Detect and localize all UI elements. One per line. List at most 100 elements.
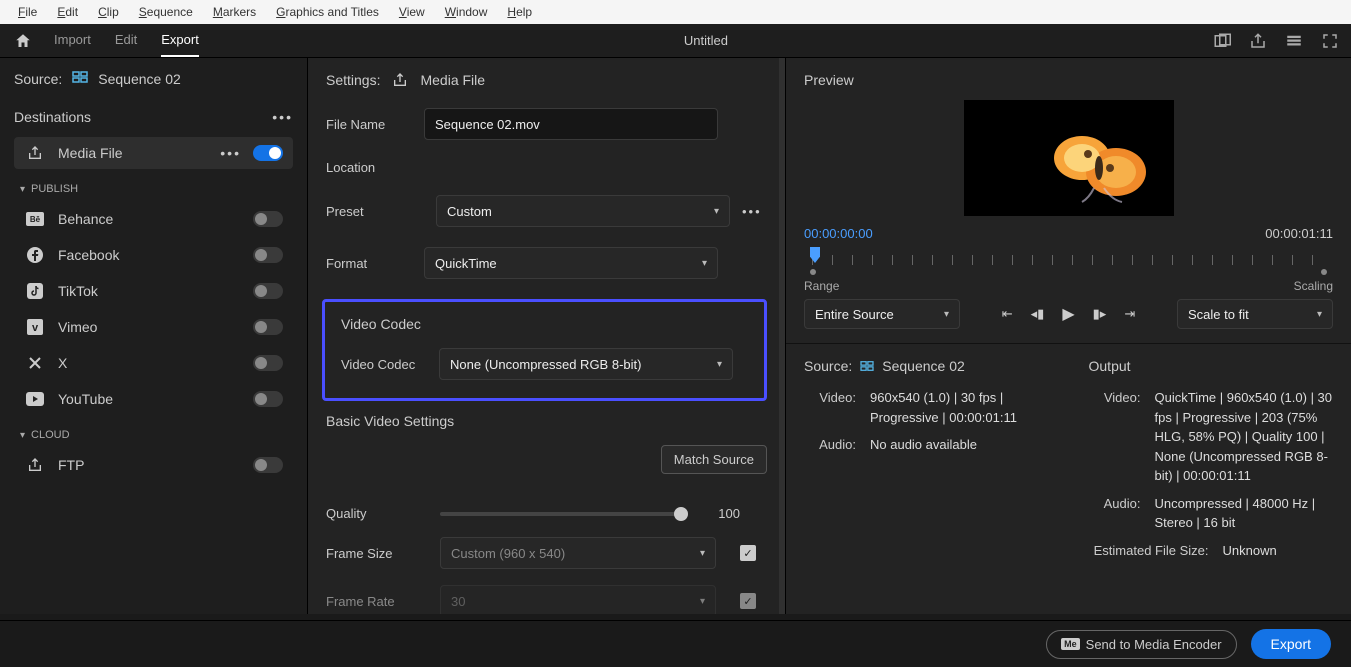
step-back-icon[interactable]: ◂▮ [1031, 306, 1045, 322]
media-file-toggle[interactable] [253, 145, 283, 161]
tab-edit[interactable]: Edit [115, 24, 137, 57]
vimeo-icon: v [24, 319, 46, 335]
chevron-down-icon: ▾ [20, 184, 25, 195]
publish-section[interactable]: ▾ PUBLISH [20, 183, 293, 195]
video-codec-label: Video Codec [341, 357, 439, 372]
share-icon[interactable] [1249, 32, 1267, 50]
source-audio-info: No audio available [870, 435, 1049, 455]
behance-icon: Bē [24, 212, 46, 226]
send-to-media-encoder-button[interactable]: Me Send to Media Encoder [1046, 630, 1236, 659]
menu-window[interactable]: Window [435, 5, 498, 19]
menu-sequence[interactable]: Sequence [129, 5, 203, 19]
file-name-input[interactable]: Sequence 02.mov [424, 108, 718, 140]
range-label: Range [804, 279, 839, 293]
video-codec-dropdown[interactable]: None (Uncompressed RGB 8-bit) ▾ [439, 348, 733, 380]
os-menubar: File Edit Clip Sequence Markers Graphics… [0, 0, 1351, 24]
go-to-out-icon[interactable]: ⇥ [1124, 306, 1135, 322]
destination-facebook[interactable]: Facebook [14, 239, 293, 271]
step-forward-icon[interactable]: ▮▸ [1093, 306, 1107, 322]
menu-help[interactable]: Help [497, 5, 542, 19]
media-encoder-icon: Me [1061, 638, 1080, 650]
preview-title: Preview [804, 72, 1333, 88]
source-name: Sequence 02 [98, 71, 181, 87]
tab-export[interactable]: Export [161, 24, 199, 57]
scaling-dropdown[interactable]: Scale to fit ▾ [1177, 299, 1333, 329]
chevron-down-icon: ▾ [702, 258, 707, 269]
chevron-down-icon: ▾ [717, 359, 722, 370]
fullscreen-icon[interactable] [1321, 32, 1339, 50]
sequence-icon [72, 70, 88, 87]
footer-bar: Me Send to Media Encoder Export [0, 620, 1351, 667]
media-file-more-icon[interactable]: ••• [220, 145, 241, 161]
export-icon [24, 145, 46, 161]
menu-file[interactable]: File [8, 5, 47, 19]
preview-panel: Preview 00:00:00:00 00:00:01:11 R [786, 58, 1351, 614]
source-video-info: 960x540 (1.0) | 30 fps | Progressive | 0… [870, 388, 1049, 427]
menu-view[interactable]: View [389, 5, 435, 19]
destinations-more-icon[interactable]: ••• [272, 109, 293, 125]
ftp-toggle[interactable] [253, 457, 283, 473]
settings-label: Settings: [326, 72, 380, 88]
preset-dropdown[interactable]: Custom ▾ [436, 195, 730, 227]
quick-export-icon[interactable] [1213, 32, 1231, 50]
document-title: Untitled [199, 33, 1213, 48]
facebook-icon [24, 247, 46, 263]
scaling-label: Scaling [1294, 279, 1333, 293]
frame-rate-dropdown[interactable]: 30 ▾ [440, 585, 716, 614]
format-label: Format [326, 256, 424, 271]
quality-slider[interactable] [440, 512, 688, 516]
chevron-down-icon: ▾ [20, 430, 25, 441]
workspace-icon[interactable] [1285, 32, 1303, 50]
cloud-section[interactable]: ▾ CLOUD [20, 429, 293, 441]
tab-import[interactable]: Import [54, 24, 91, 57]
play-icon[interactable]: ▶ [1062, 304, 1074, 324]
destinations-label: Destinations [14, 109, 91, 125]
source-info: Source: Sequence 02 Video:960x540 (1.0) … [804, 358, 1049, 568]
destination-media-file[interactable]: Media File ••• [14, 137, 293, 169]
facebook-toggle[interactable] [253, 247, 283, 263]
destination-behance[interactable]: Bē Behance [14, 203, 293, 235]
menu-clip[interactable]: Clip [88, 5, 129, 19]
menu-markers[interactable]: Markers [203, 5, 266, 19]
format-dropdown[interactable]: QuickTime ▾ [424, 247, 718, 279]
destination-ftp[interactable]: FTP [14, 449, 293, 481]
go-to-in-icon[interactable]: ⇤ [1002, 306, 1013, 322]
frame-size-dropdown[interactable]: Custom (960 x 540) ▾ [440, 537, 716, 569]
output-audio-info: Uncompressed | 48000 Hz | Stereo | 16 bi… [1155, 494, 1334, 533]
in-point-handle[interactable] [810, 269, 816, 275]
frame-rate-checkbox[interactable]: ✓ [740, 593, 756, 609]
out-point-handle[interactable] [1321, 269, 1327, 275]
youtube-toggle[interactable] [253, 391, 283, 407]
chevron-down-icon: ▾ [944, 309, 949, 320]
x-toggle[interactable] [253, 355, 283, 371]
export-icon [392, 72, 408, 88]
destination-youtube[interactable]: YouTube [14, 383, 293, 415]
tiktok-toggle[interactable] [253, 283, 283, 299]
vimeo-toggle[interactable] [253, 319, 283, 335]
destination-x[interactable]: X [14, 347, 293, 379]
match-source-button[interactable]: Match Source [661, 445, 767, 474]
tiktok-icon [24, 283, 46, 299]
chevron-down-icon: ▾ [714, 206, 719, 217]
destination-vimeo[interactable]: v Vimeo [14, 311, 293, 343]
timecode-end: 00:00:01:11 [1265, 226, 1333, 241]
export-button[interactable]: Export [1251, 629, 1331, 659]
menu-edit[interactable]: Edit [47, 5, 88, 19]
youtube-icon [24, 392, 46, 406]
timeline[interactable] [804, 247, 1333, 275]
frame-size-label: Frame Size [326, 546, 424, 561]
sequence-icon [860, 360, 874, 372]
timecode-start: 00:00:00:00 [804, 226, 873, 241]
frame-size-checkbox[interactable]: ✓ [740, 545, 756, 561]
x-icon [24, 356, 46, 370]
behance-toggle[interactable] [253, 211, 283, 227]
range-dropdown[interactable]: Entire Source ▾ [804, 299, 960, 329]
preset-more-icon[interactable]: ••• [742, 204, 762, 219]
menu-graphics[interactable]: Graphics and Titles [266, 5, 389, 19]
quality-label: Quality [326, 506, 424, 521]
destination-tiktok[interactable]: TikTok [14, 275, 293, 307]
ftp-icon [24, 457, 46, 473]
preset-label: Preset [326, 204, 424, 219]
home-icon[interactable] [12, 30, 34, 52]
location-label: Location [326, 160, 424, 175]
